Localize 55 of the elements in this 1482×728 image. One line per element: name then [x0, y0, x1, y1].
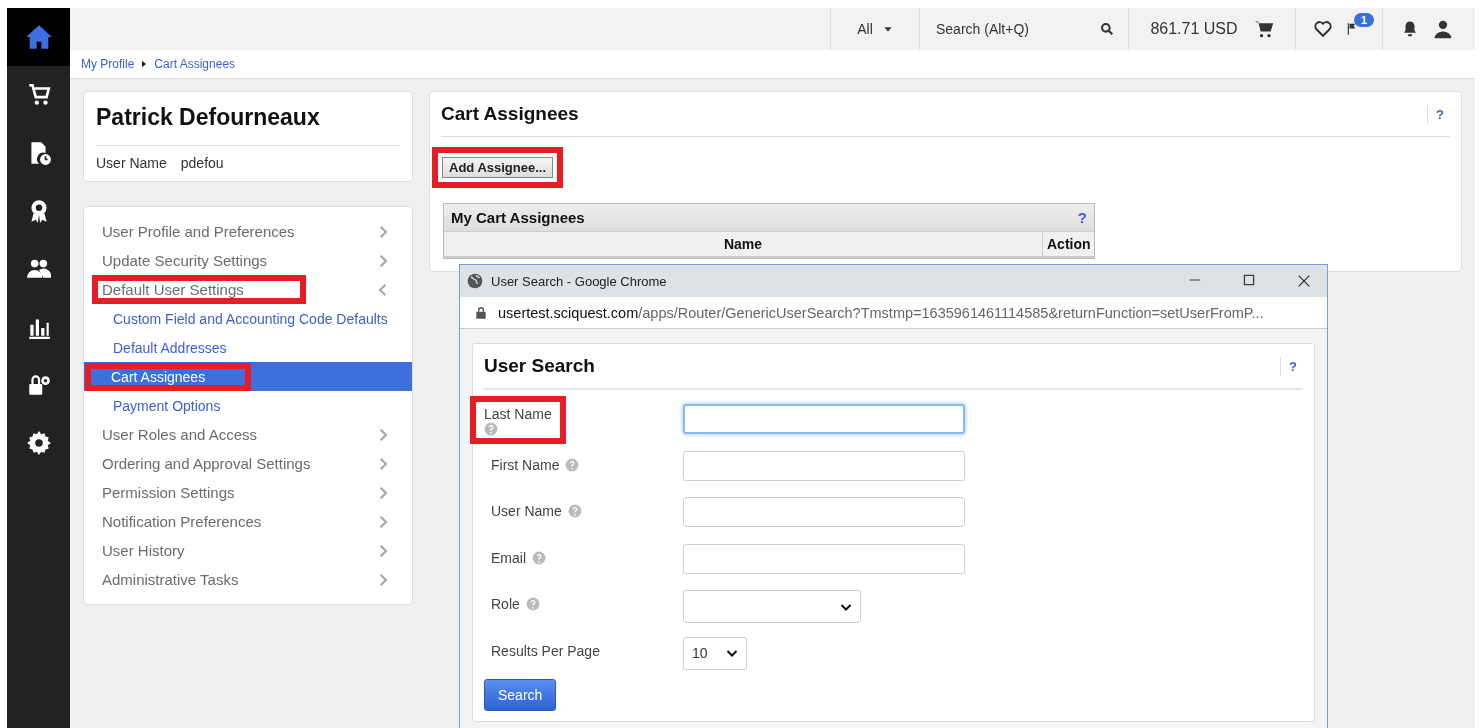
- window-title: User Search - Google Chrome: [491, 273, 667, 289]
- menu-item[interactable]: Notification Preferences: [102, 513, 262, 530]
- breadcrumb-link[interactable]: My Profile: [81, 57, 135, 71]
- dropdown[interactable]: 10: [683, 636, 747, 670]
- form-title: User Search: [484, 355, 595, 377]
- field-value: pdefou: [180, 155, 224, 171]
- lock-icon: [474, 305, 488, 320]
- submenu-link[interactable]: Custom Field and Accounting Code Defaults: [113, 310, 388, 327]
- menu-item[interactable]: Default User Settings: [102, 281, 244, 298]
- column-header: Name: [722, 235, 764, 254]
- table-title: My Cart Assignees: [451, 209, 585, 226]
- field-label: Last Name: [484, 406, 552, 422]
- text-field[interactable]: [683, 404, 965, 434]
- help-link[interactable]: ?: [1280, 356, 1297, 376]
- column-header: Action: [1042, 232, 1094, 256]
- submenu-link[interactable]: Default Addresses: [113, 339, 227, 356]
- panel-title: Cart Assignees: [441, 103, 579, 125]
- search-button[interactable]: Search: [484, 679, 557, 711]
- help-link[interactable]: ?: [1077, 209, 1087, 226]
- field-label: Email: [491, 549, 526, 566]
- menu-item[interactable]: Permission Settings: [102, 484, 235, 501]
- field-label: User Name: [96, 155, 167, 171]
- dropdown[interactable]: [683, 590, 861, 623]
- text-field[interactable]: [683, 497, 965, 527]
- close-icon: [1296, 273, 1312, 289]
- globe-icon: [467, 273, 483, 289]
- add-assignee-button[interactable]: Add Assignee...: [442, 157, 554, 178]
- breadcrumb-link[interactable]: Cart Assignees: [154, 57, 236, 71]
- field-label: Results Per Page: [491, 642, 600, 659]
- heart-icon: [1314, 20, 1332, 38]
- menu-item[interactable]: User History: [102, 542, 185, 559]
- profile-name: Patrick Defourneaux: [96, 104, 400, 146]
- bell-icon: [1401, 20, 1419, 38]
- caret-icon: [882, 24, 893, 34]
- field-label: Role: [491, 596, 520, 612]
- menu-item[interactable]: Administrative Tasks: [102, 571, 239, 588]
- menu-item[interactable]: User Profile and Preferences: [102, 223, 295, 240]
- submenu-link[interactable]: Cart Assignees: [111, 368, 206, 385]
- search-icon: [1100, 22, 1114, 36]
- cart-total[interactable]: 861.71 USD: [1150, 20, 1238, 38]
- search-field[interactable]: Search (Alt+Q): [934, 20, 1068, 38]
- text-field[interactable]: [683, 543, 965, 574]
- menu-item[interactable]: User Roles and Access: [102, 426, 258, 443]
- submenu-link[interactable]: Payment Options: [113, 397, 221, 414]
- menu-item[interactable]: Update Security Settings: [102, 252, 268, 269]
- notification-badge: 1: [1354, 13, 1375, 27]
- maximize-icon: [1242, 273, 1256, 287]
- field-label: First Name: [491, 456, 560, 473]
- settings-icon: [25, 430, 52, 456]
- text-field[interactable]: [683, 450, 965, 481]
- menu-item[interactable]: Ordering and Approval Settings: [102, 455, 311, 472]
- help-link[interactable]: ?: [1427, 104, 1444, 124]
- home-icon: [24, 23, 53, 51]
- user-icon: [1433, 19, 1453, 39]
- field-label: User Name: [491, 503, 562, 519]
